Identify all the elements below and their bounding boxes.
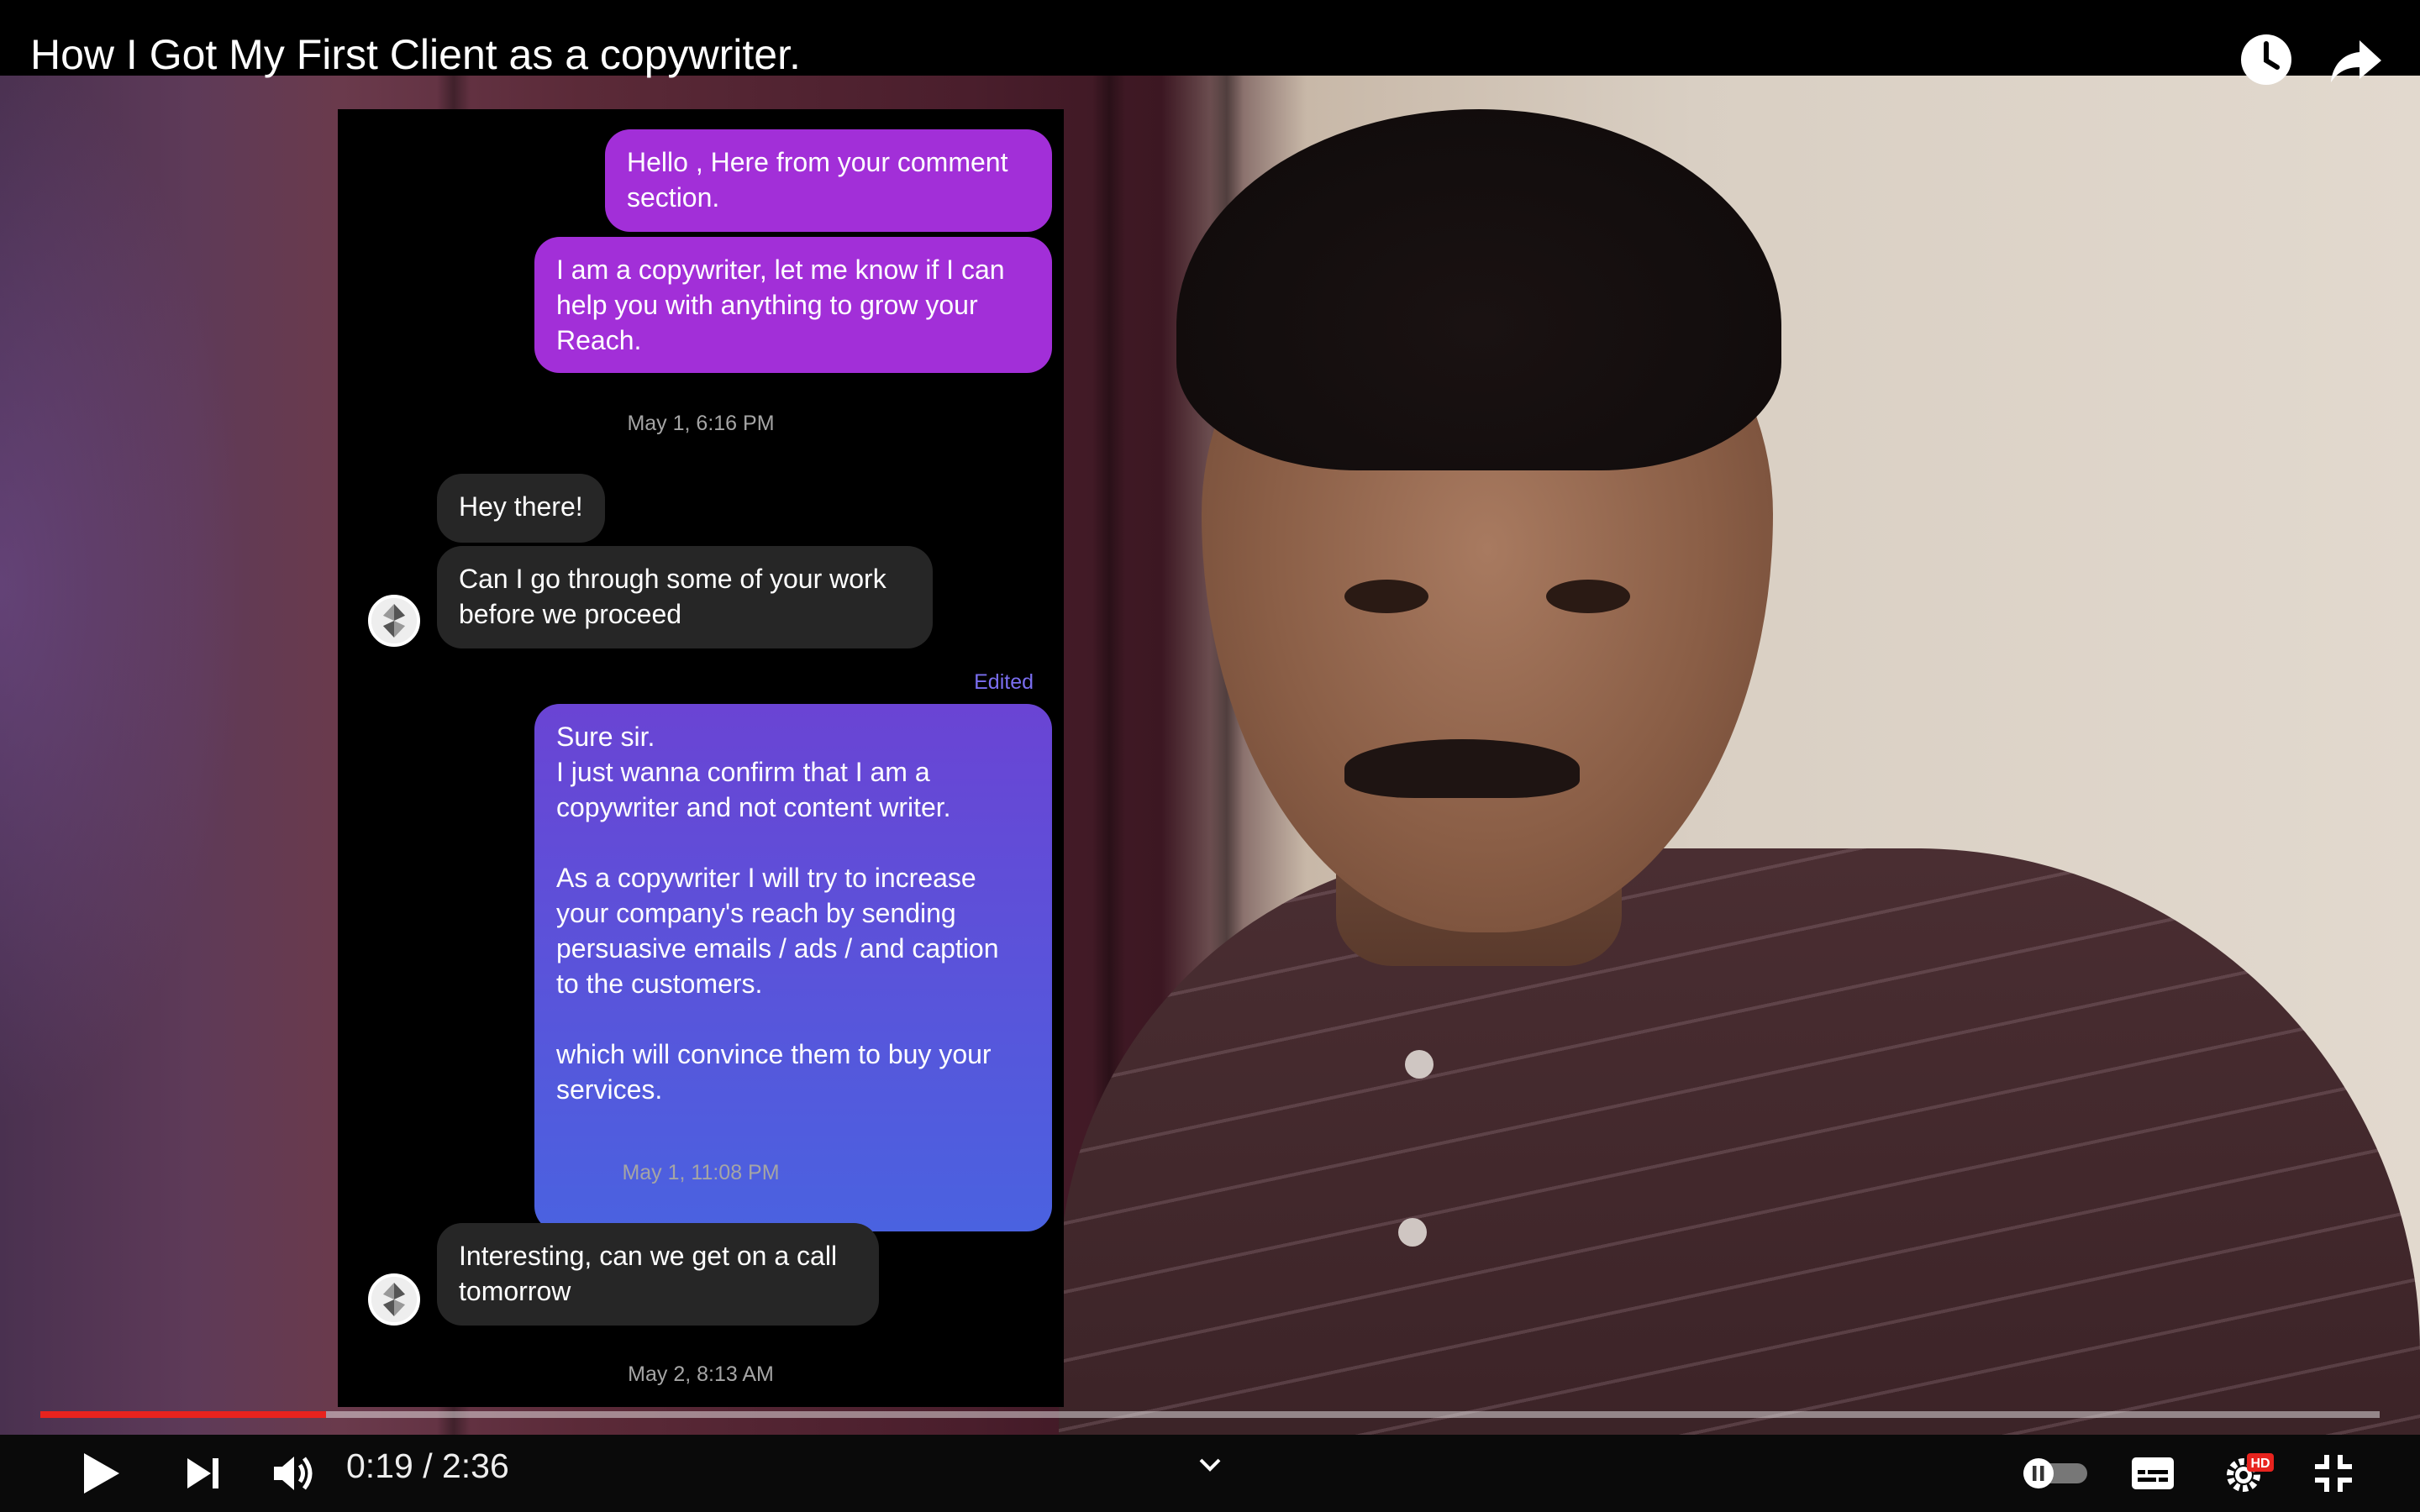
chapters-expand-button[interactable] [1192, 1435, 1228, 1495]
message-outgoing: Hello , Here from your comment section. [605, 129, 1052, 232]
message-timestamp: May 2, 8:13 AM [628, 1362, 774, 1386]
video-title-bar: How I Got My First Client as a copywrite… [0, 0, 2420, 85]
message-outgoing: I am a copywriter, let me know if I can … [534, 237, 1052, 373]
subtitles-icon [2132, 1457, 2174, 1489]
shirt-button [1398, 1218, 1427, 1247]
message-incoming: Interesting, can we get on a call tomorr… [437, 1223, 879, 1326]
progress-bar[interactable] [40, 1411, 2380, 1418]
exit-fullscreen-button[interactable] [2307, 1443, 2360, 1504]
next-button[interactable] [173, 1443, 234, 1504]
settings-button[interactable]: HD [2218, 1443, 2279, 1504]
volume-icon [274, 1457, 313, 1490]
message-timestamp: May 1, 6:16 PM [627, 412, 775, 435]
message-incoming: Can I go through some of your work befor… [437, 546, 933, 648]
subtitles-button[interactable] [2129, 1443, 2176, 1504]
exit-fullscreen-icon [2315, 1455, 2352, 1492]
chat-screenshot: Hello , Here from your comment section. … [338, 109, 1064, 1407]
progress-played [40, 1411, 326, 1418]
edited-label: Edited [974, 670, 1034, 694]
settings-gear-icon: HD [2227, 1453, 2274, 1492]
volume-button[interactable] [264, 1443, 324, 1504]
contact-avatar [368, 1273, 420, 1326]
message-timestamp: May 1, 11:08 PM [622, 1161, 780, 1184]
autoplay-toggle[interactable] [2020, 1443, 2091, 1504]
shirt-button [1405, 1050, 1434, 1079]
autoplay-toggle-icon [2023, 1458, 2087, 1488]
message-incoming: Hey there! [437, 474, 605, 543]
share-button[interactable] [2326, 30, 2385, 89]
video-title[interactable]: How I Got My First Client as a copywrite… [30, 30, 801, 79]
chevron-down-icon [1199, 1458, 1221, 1472]
time-display: 0:19 / 2:36 [346, 1446, 509, 1485]
presenter-hair [1176, 109, 1781, 470]
play-button[interactable] [71, 1443, 131, 1504]
hd-badge: HD [2250, 1457, 2270, 1471]
contact-avatar [368, 595, 420, 647]
message-outgoing: Sure sir. I just wanna confirm that I am… [534, 704, 1052, 1231]
eye [1546, 580, 1630, 613]
eye [1344, 580, 1428, 613]
share-arrow-icon [2331, 40, 2381, 82]
contact-logo-icon [371, 1277, 417, 1322]
player-controls: 0:19 / 2:36 HD [0, 1435, 2420, 1512]
next-icon [187, 1458, 218, 1488]
mustache [1344, 739, 1580, 798]
clock-icon [2241, 34, 2291, 85]
play-icon [84, 1453, 119, 1494]
contact-logo-icon [371, 598, 417, 643]
watch-later-button[interactable] [2237, 30, 2296, 89]
presenter-person [1059, 109, 2420, 1512]
